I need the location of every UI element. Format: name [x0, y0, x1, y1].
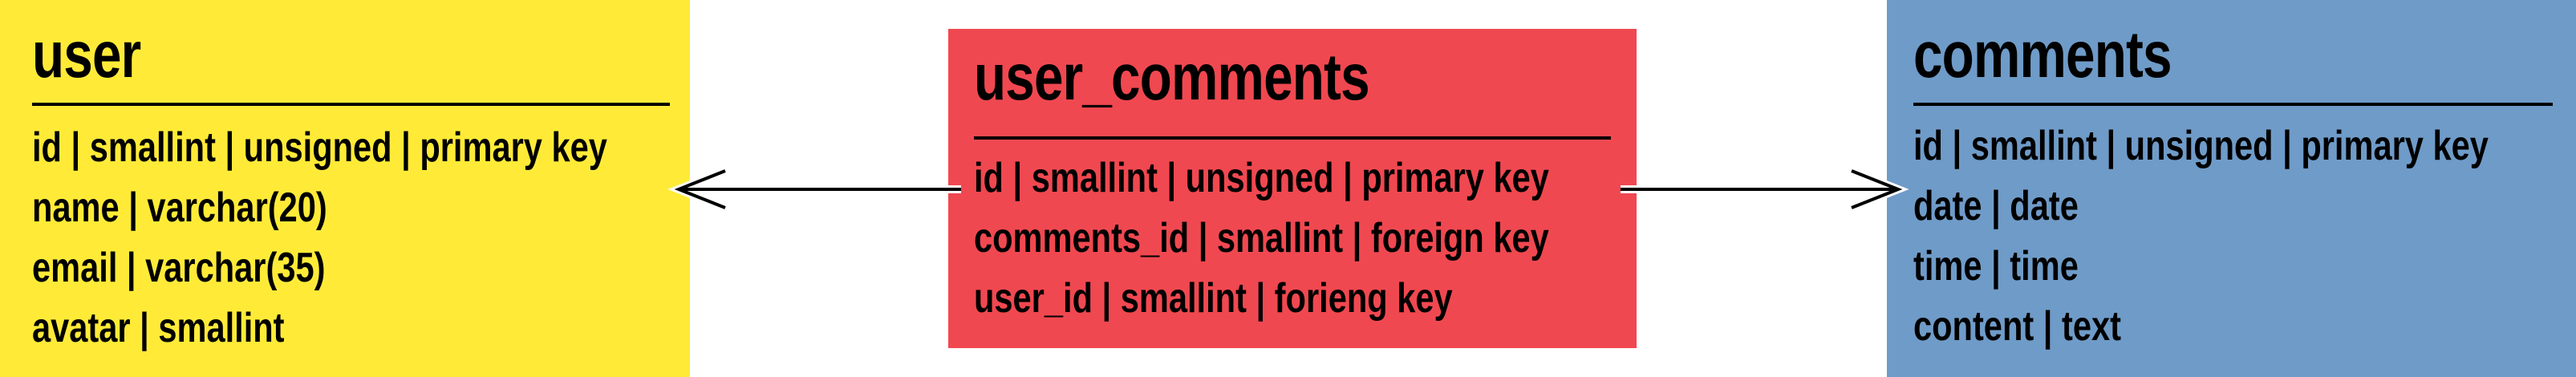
user-to-user-comments-connector	[667, 167, 961, 212]
comments-field-id: id | smallint | unsigned | primary key	[1913, 123, 2489, 169]
user-field-name: name | varchar(20)	[32, 184, 327, 231]
comments-entity-title: comments	[1913, 18, 2172, 91]
comments-entity-divider	[1913, 103, 2553, 106]
user-field-avatar: avatar | smallint	[32, 305, 285, 351]
user-entity-divider	[32, 103, 670, 106]
user-field-id: id | smallint | unsigned | primary key	[32, 124, 607, 171]
user-field-email: email | varchar(35)	[32, 245, 326, 291]
user-entity-title: user	[32, 18, 141, 91]
user-comments-to-comments-connector	[1621, 167, 1909, 212]
comments-field-time: time | time	[1913, 243, 2079, 290]
comments-field-content: content | text	[1913, 303, 2121, 350]
comments-entity: comments id | smallint | unsigned | prim…	[1887, 0, 2576, 377]
user-comments-field-id: id | smallint | unsigned | primary key	[974, 155, 1549, 201]
user-comments-field-comments-id: comments_id | smallint | foreign key	[974, 215, 1549, 261]
user-comments-entity: user_comments id | smallint | unsigned |…	[948, 29, 1637, 348]
comments-field-date: date | date	[1913, 183, 2079, 229]
user-entity: user id | smallint | unsigned | primary …	[0, 0, 690, 377]
user-comments-field-user-id: user_id | smallint | forieng key	[974, 275, 1453, 322]
user-comments-entity-divider	[974, 136, 1611, 140]
user-comments-entity-title: user_comments	[974, 41, 1370, 114]
